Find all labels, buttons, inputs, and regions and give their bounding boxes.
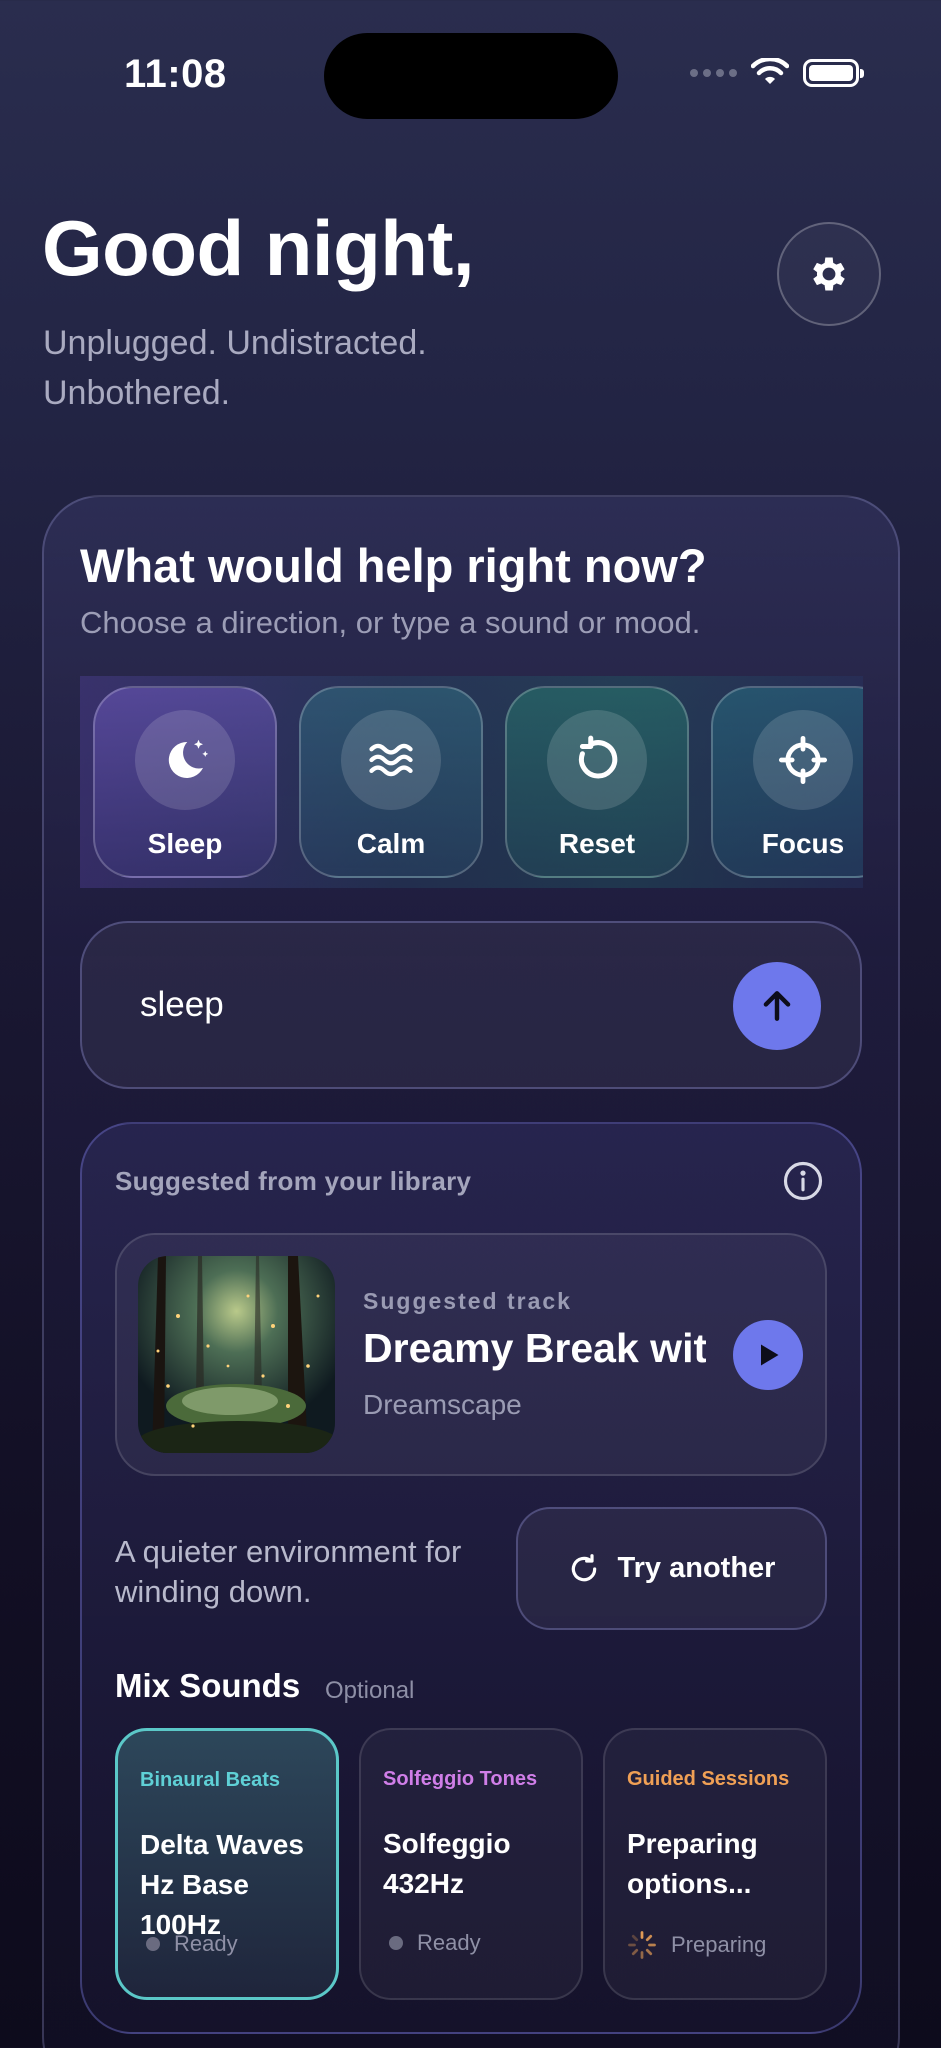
sound-name: Solfeggio 432Hz bbox=[383, 1828, 511, 1899]
sound-name: Preparing options... bbox=[627, 1828, 758, 1899]
sound-kicker: Guided Sessions bbox=[627, 1768, 790, 1790]
sound-name: Delta Waves Hz Base 100Hz bbox=[140, 1829, 304, 1940]
direction-sleep-label: Sleep bbox=[147, 828, 223, 859]
settings-button[interactable] bbox=[777, 222, 881, 326]
sound-kicker: Solfeggio Tones bbox=[383, 1768, 538, 1790]
track-title: Dreamy Break with bbox=[363, 1325, 706, 1371]
send-button[interactable] bbox=[733, 962, 821, 1050]
suggestion-section-label: Suggested from your library bbox=[115, 1166, 472, 1196]
track-artwork bbox=[138, 1256, 335, 1453]
play-icon bbox=[761, 1344, 779, 1366]
try-another-button[interactable]: Try another bbox=[516, 1507, 827, 1630]
direction-focus[interactable]: Focus bbox=[711, 686, 863, 878]
greeting-title: Good night, bbox=[42, 204, 475, 292]
sound-status-label: Ready bbox=[417, 1930, 481, 1955]
try-another-label: Try another bbox=[617, 1552, 776, 1584]
mix-sounds-title: Mix Sounds bbox=[115, 1667, 301, 1704]
suggestion-description: A quieter environment for winding down. bbox=[115, 1534, 462, 1609]
sound-status-label: Preparing bbox=[671, 1932, 767, 1957]
sound-status: Ready bbox=[140, 1931, 238, 1957]
direction-calm[interactable]: Calm bbox=[299, 686, 483, 878]
status-time: 11:08 bbox=[124, 52, 227, 96]
moon-stars-icon bbox=[135, 710, 235, 810]
refresh-icon bbox=[571, 1553, 596, 1581]
track-title-container: Dreamy Break with bbox=[363, 1325, 706, 1372]
status-dot bbox=[389, 1936, 403, 1950]
direction-sleep[interactable]: Sleep bbox=[93, 686, 277, 878]
status-dot bbox=[146, 1937, 160, 1951]
crosshair-icon bbox=[753, 710, 853, 810]
spinner-icon bbox=[628, 1931, 656, 1959]
signal-icon bbox=[690, 69, 737, 77]
mix-sounds-optional: Optional bbox=[325, 1677, 415, 1704]
sound-option-guided[interactable]: Guided Sessions Preparing options... Pre… bbox=[603, 1728, 827, 2000]
sound-option-binaural[interactable]: Binaural Beats Delta Waves Hz Base 100Hz… bbox=[115, 1728, 339, 2000]
info-icon[interactable] bbox=[782, 1160, 824, 1202]
prompt-subtitle: Choose a direction, or type a sound or m… bbox=[80, 605, 701, 640]
direction-focus-label: Focus bbox=[761, 828, 845, 859]
sound-kicker: Binaural Beats bbox=[140, 1769, 281, 1791]
direction-reset-label: Reset bbox=[558, 828, 636, 859]
sound-status: Preparing bbox=[627, 1930, 766, 1960]
direction-reset[interactable]: Reset bbox=[505, 686, 689, 878]
sound-option-solfeggio[interactable]: Solfeggio Tones Solfeggio 432Hz Ready bbox=[359, 1728, 583, 2000]
direction-carousel[interactable]: Sleep Calm Reset Focus bbox=[80, 676, 863, 888]
reset-icon bbox=[547, 710, 647, 810]
prompt-title: What would help right now? bbox=[80, 539, 707, 592]
track-artist: Dreamscape bbox=[363, 1389, 522, 1420]
greeting-subtitle: Unplugged. Undistracted. Unbothered. bbox=[43, 324, 427, 412]
dynamic-island bbox=[324, 33, 618, 119]
waves-icon bbox=[341, 710, 441, 810]
play-button[interactable] bbox=[733, 1320, 803, 1390]
gear-icon bbox=[813, 257, 845, 291]
sound-status-label: Ready bbox=[174, 1931, 238, 1956]
battery-icon bbox=[803, 59, 864, 87]
wifi-icon bbox=[751, 58, 789, 84]
track-kicker: Suggested track bbox=[363, 1288, 572, 1314]
search-input-value: sleep bbox=[140, 985, 224, 1024]
arrow-up-icon bbox=[763, 991, 791, 1021]
status-icons bbox=[690, 58, 864, 88]
direction-calm-label: Calm bbox=[356, 828, 426, 859]
sound-status: Ready bbox=[383, 1930, 481, 1956]
